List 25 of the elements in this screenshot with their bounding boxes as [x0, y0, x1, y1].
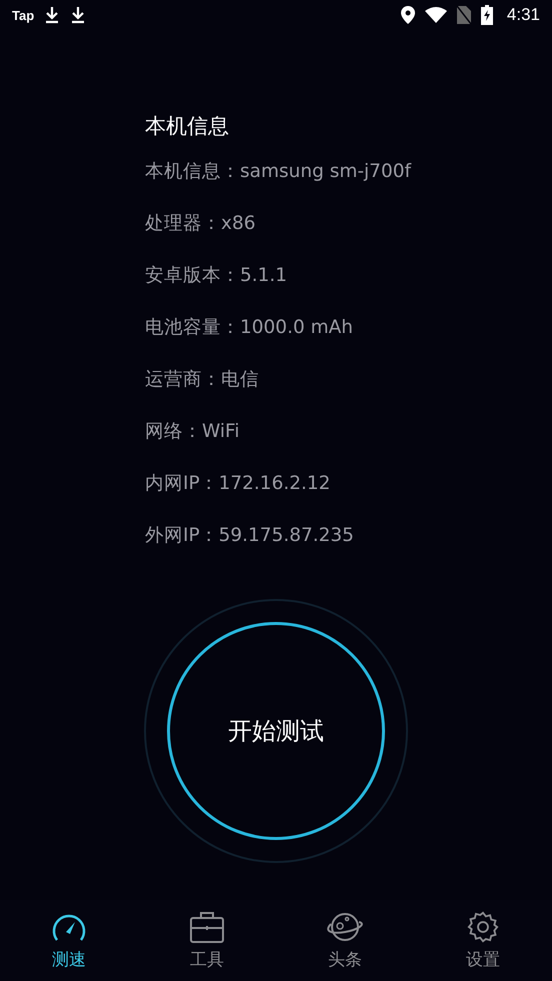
- info-row-text: 安卓版本：5.1.1: [145, 264, 288, 288]
- nav-tab[interactable]: 头条: [276, 900, 414, 981]
- info-row-text: 本机信息：samsung sm-j700f: [145, 160, 412, 184]
- section-title: 本机信息: [145, 113, 230, 140]
- location-icon: [400, 6, 415, 24]
- info-row-text: 电池容量：1000.0 mAh: [145, 316, 354, 340]
- info-row-text: 运营商：电信: [145, 368, 260, 392]
- info-row-text: 外网IP：59.175.87.235: [145, 524, 355, 548]
- info-row-text: 处理器：x86: [145, 212, 256, 236]
- nav-tab[interactable]: 工具: [138, 900, 276, 981]
- nav-tab[interactable]: 测速: [0, 900, 138, 981]
- info-row-text: 内网IP：172.16.2.12: [145, 472, 332, 496]
- planet-icon: [325, 910, 365, 944]
- battery-charging-icon: [480, 5, 493, 25]
- briefcase-icon: [189, 910, 225, 944]
- no-sim-icon: [456, 6, 471, 24]
- nav-tab[interactable]: 设置: [414, 900, 552, 981]
- app-label: Tap: [12, 8, 34, 22]
- clock-time: 4:31: [506, 5, 540, 25]
- settings-icon: [466, 910, 500, 944]
- download-icon: [70, 6, 86, 24]
- wifi-icon: [424, 7, 447, 23]
- start-test-button[interactable]: 开始测试: [167, 622, 385, 840]
- info-row-text: 网络：WiFi: [145, 420, 240, 444]
- download-icon: [44, 6, 60, 24]
